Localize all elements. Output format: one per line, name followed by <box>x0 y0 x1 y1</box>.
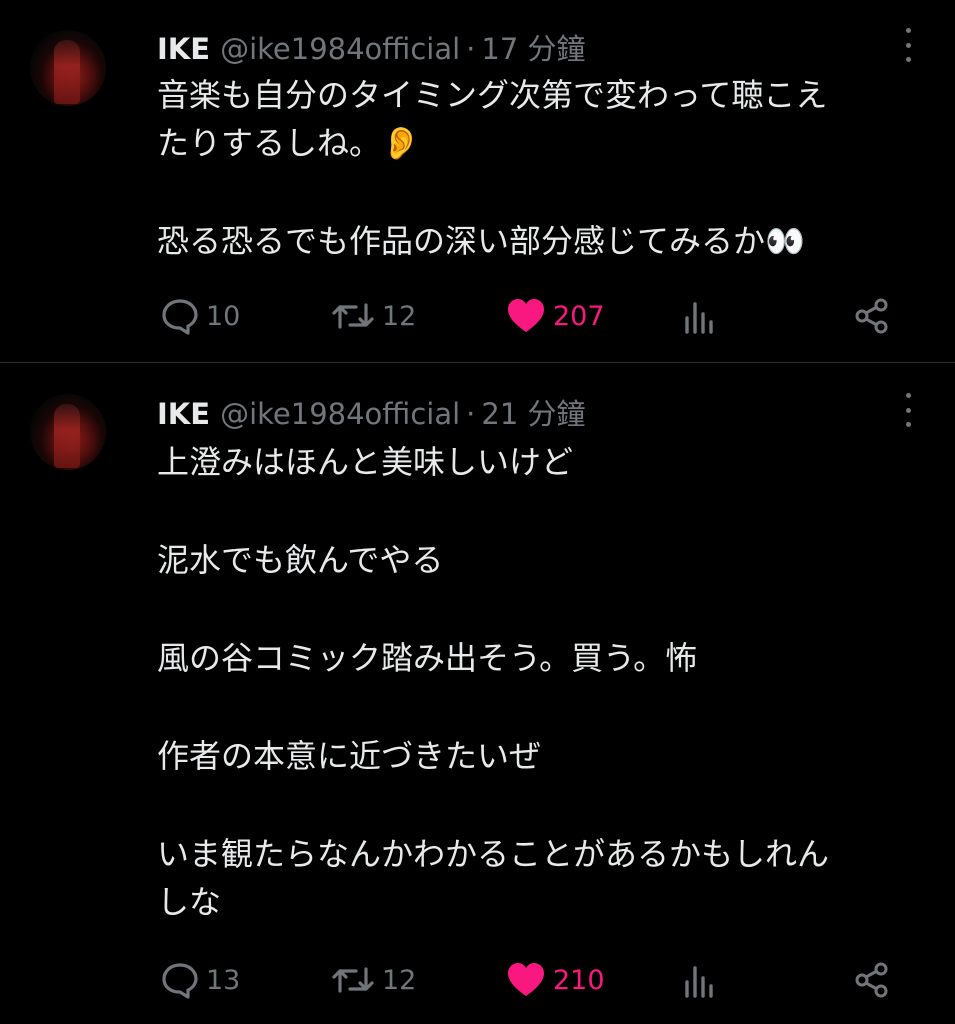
tweet-line: 泥水でも飲んでやる <box>157 541 444 579</box>
reply-icon <box>160 297 200 335</box>
tweet-line: 風の谷コミック踏み出そう。買う。怖 <box>157 639 698 677</box>
tweet-line: 恐る恐るでも作品の深い部分感じてみるか👀 <box>157 222 805 260</box>
tweet-line: たりするしね。👂 <box>157 124 421 162</box>
more-vertical-icon[interactable] <box>903 28 913 62</box>
author-name[interactable]: IKE <box>157 32 210 66</box>
separator: · <box>466 397 476 431</box>
retweet-count: 12 <box>382 964 417 996</box>
retweet-button[interactable]: 12 <box>330 960 416 1000</box>
more-vertical-icon[interactable] <box>903 393 913 427</box>
timestamp[interactable]: 17 分鐘 <box>481 32 585 66</box>
tweet[interactable]: IKE @ike1984official · 21 分鐘 上澄みはほんと美味しいけど … <box>0 363 955 1024</box>
bar-chart-icon <box>683 298 717 334</box>
avatar[interactable] <box>30 30 106 106</box>
tweet-text: 音楽も自分のタイミング次第で変わって聴こえ たりするしね。👂 恐る恐るでも作品の… <box>157 71 917 265</box>
tweet-header: IKE @ike1984official · 17 分鐘 <box>157 26 586 68</box>
views-button[interactable] <box>683 296 717 336</box>
heart-icon <box>505 961 547 999</box>
views-button[interactable] <box>683 960 717 1000</box>
avatar[interactable] <box>30 394 106 470</box>
author-name[interactable]: IKE <box>157 397 210 431</box>
reply-icon <box>160 961 200 999</box>
reply-count: 13 <box>206 964 241 996</box>
share-button[interactable] <box>853 960 891 1000</box>
author-handle[interactable]: @ike1984official <box>220 32 460 66</box>
heart-icon <box>505 297 547 335</box>
tweet-line: 音楽も自分のタイミング次第で変わって聴こえ <box>157 76 828 114</box>
retweet-button[interactable]: 12 <box>330 296 416 336</box>
share-icon <box>853 297 891 335</box>
bar-chart-icon <box>683 962 717 998</box>
tweet-line: 作者の本意に近づきたいぜ <box>157 737 542 775</box>
like-button[interactable]: 207 <box>505 296 605 336</box>
tweet-line: しな <box>157 883 222 921</box>
like-button[interactable]: 210 <box>505 960 605 1000</box>
tweet-text: 上澄みはほんと美味しいけど 泥水でも飲んでやる 風の谷コミック踏み出そう。買う。… <box>157 438 917 926</box>
reply-button[interactable]: 13 <box>160 960 240 1000</box>
action-bar: 10 12 207 <box>0 296 955 336</box>
retweet-icon <box>330 297 376 335</box>
tweet[interactable]: IKE @ike1984official · 17 分鐘 音楽も自分のタイミング次第で… <box>0 0 955 363</box>
timestamp[interactable]: 21 分鐘 <box>481 397 585 431</box>
action-bar: 13 12 210 <box>0 960 955 1000</box>
retweet-count: 12 <box>382 300 417 332</box>
share-icon <box>853 961 891 999</box>
retweet-icon <box>330 961 376 999</box>
share-button[interactable] <box>853 296 891 336</box>
tweet-line: いま観たらなんかわかることがあるかもしれん <box>157 835 830 873</box>
tweet-line: 上澄みはほんと美味しいけど <box>157 443 574 481</box>
separator: · <box>466 32 476 66</box>
like-count: 207 <box>553 300 605 332</box>
reply-button[interactable]: 10 <box>160 296 240 336</box>
author-handle[interactable]: @ike1984official <box>220 397 460 431</box>
reply-count: 10 <box>206 300 241 332</box>
like-count: 210 <box>553 964 605 996</box>
tweet-header: IKE @ike1984official · 21 分鐘 <box>157 391 586 433</box>
